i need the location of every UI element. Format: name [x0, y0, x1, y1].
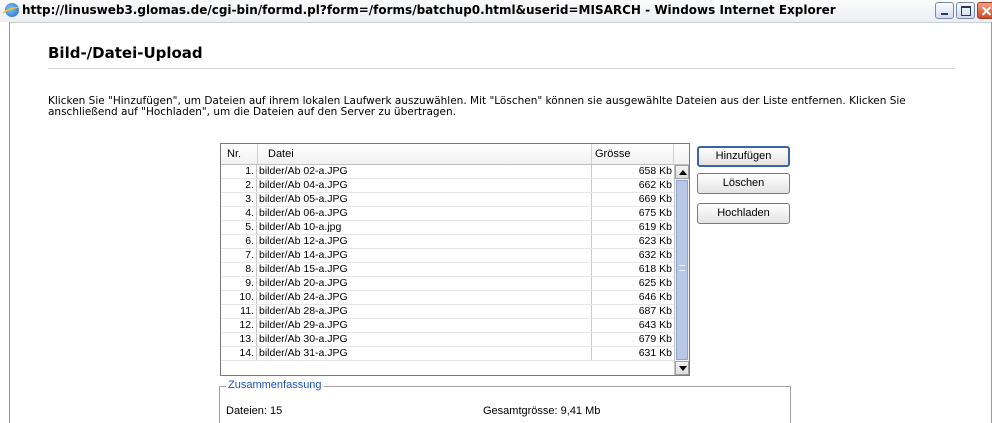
- maximize-button[interactable]: [956, 2, 975, 19]
- row-number: 11.: [221, 305, 257, 318]
- row-size: 619 Kb: [638, 221, 672, 233]
- minimize-button[interactable]: [935, 2, 954, 19]
- row-number: 3.: [221, 193, 257, 206]
- row-number: 12.: [221, 319, 257, 332]
- row-file: bilder/Ab 14-a.JPG: [258, 249, 592, 262]
- table-row[interactable]: 8. bilder/Ab 15-a.JPG 618 Kb: [221, 263, 674, 277]
- title-divider: [48, 68, 955, 69]
- row-size: 675 Kb: [638, 207, 672, 219]
- summary-legend: Zusammenfassung: [226, 379, 324, 391]
- row-file: bilder/Ab 12-a.JPG: [258, 235, 592, 248]
- row-size: 623 Kb: [638, 235, 672, 247]
- scrollbar-thumb[interactable]: [676, 180, 688, 360]
- row-file: bilder/Ab 06-a.JPG: [258, 207, 592, 220]
- table-row[interactable]: 9. bilder/Ab 20-a.JPG 625 Kb: [221, 277, 674, 291]
- row-file: bilder/Ab 29-a.JPG: [258, 319, 592, 332]
- table-row[interactable]: 13. bilder/Ab 30-a.JPG 679 Kb: [221, 333, 674, 347]
- row-number: 9.: [221, 277, 257, 290]
- table-row[interactable]: 10. bilder/Ab 24-a.JPG 646 Kb: [221, 291, 674, 305]
- row-size: 618 Kb: [638, 263, 672, 275]
- vertical-scrollbar[interactable]: [674, 165, 689, 375]
- table-row[interactable]: 3. bilder/Ab 05-a.JPG 669 Kb: [221, 193, 674, 207]
- table-row[interactable]: 7. bilder/Ab 14-a.JPG 632 Kb: [221, 249, 674, 263]
- row-number: 5.: [221, 221, 257, 234]
- row-number: 14.: [221, 347, 257, 360]
- row-file: bilder/Ab 30-a.JPG: [258, 333, 592, 346]
- row-size: 658 Kb: [638, 165, 672, 177]
- window-titlebar: http://linusweb3.glomas.de/cgi-bin/formd…: [0, 0, 992, 23]
- row-file: bilder/Ab 20-a.JPG: [258, 277, 592, 290]
- row-size: 632 Kb: [638, 249, 672, 261]
- row-size: 679 Kb: [638, 333, 672, 345]
- row-file: bilder/Ab 05-a.JPG: [258, 193, 592, 206]
- row-size: 646 Kb: [638, 291, 672, 303]
- delete-button[interactable]: Löschen: [697, 173, 790, 194]
- file-list-header: Nr. Datei Grösse: [221, 144, 689, 165]
- column-header-datei[interactable]: Datei: [258, 144, 592, 164]
- row-number: 4.: [221, 207, 257, 220]
- table-row[interactable]: 4. bilder/Ab 06-a.JPG 675 Kb: [221, 207, 674, 221]
- row-file: bilder/Ab 28-a.JPG: [258, 305, 592, 318]
- row-file: bilder/Ab 24-a.JPG: [258, 291, 592, 304]
- row-number: 13.: [221, 333, 257, 346]
- row-number: 1.: [221, 165, 257, 178]
- row-size: 625 Kb: [638, 277, 672, 289]
- row-file: bilder/Ab 10-a.jpg: [258, 221, 592, 234]
- row-file: bilder/Ab 04-a.JPG: [258, 179, 592, 192]
- table-row[interactable]: 2. bilder/Ab 04-a.JPG 662 Kb: [221, 179, 674, 193]
- window-frame-left: [0, 22, 10, 423]
- row-size: 687 Kb: [638, 305, 672, 317]
- column-header-nr[interactable]: Nr.: [221, 144, 258, 164]
- row-size: 662 Kb: [638, 179, 672, 191]
- summary-box: Zusammenfassung Dateien: 15 Gesamtgrösse…: [219, 379, 791, 423]
- row-size: 669 Kb: [638, 193, 672, 205]
- table-row[interactable]: 12. bilder/Ab 29-a.JPG 643 Kb: [221, 319, 674, 333]
- table-row[interactable]: 14. bilder/Ab 31-a.JPG 631 Kb: [221, 347, 674, 361]
- row-number: 10.: [221, 291, 257, 304]
- file-list[interactable]: Nr. Datei Grösse 1. bilder/Ab 02-a.JPG 658…: [220, 143, 690, 376]
- row-number: 8.: [221, 263, 257, 276]
- ie-icon: [5, 3, 19, 17]
- row-number: 6.: [221, 235, 257, 248]
- row-size: 631 Kb: [638, 347, 672, 359]
- page-title: Bild-/Datei-Upload: [48, 44, 203, 62]
- close-button[interactable]: [977, 2, 992, 19]
- table-row[interactable]: 1. bilder/Ab 02-a.JPG 658 Kb: [221, 165, 674, 179]
- upload-button[interactable]: Hochladen: [697, 203, 790, 224]
- summary-file-count: Dateien: 15: [226, 405, 283, 417]
- scroll-down-arrow-icon[interactable]: [675, 361, 689, 375]
- row-number: 2.: [221, 179, 257, 192]
- row-file: bilder/Ab 31-a.JPG: [258, 347, 592, 360]
- column-header-groesse[interactable]: Grösse: [592, 144, 674, 164]
- add-button[interactable]: Hinzufügen: [697, 146, 790, 167]
- table-row[interactable]: 11. bilder/Ab 28-a.JPG 687 Kb: [221, 305, 674, 319]
- row-file: bilder/Ab 02-a.JPG: [258, 165, 592, 178]
- row-file: bilder/Ab 15-a.JPG: [258, 263, 592, 276]
- table-row[interactable]: 5. bilder/Ab 10-a.jpg 619 Kb: [221, 221, 674, 235]
- instructions-text: Klicken Sie "Hinzufügen", um Dateien auf…: [48, 95, 906, 118]
- table-row[interactable]: 6. bilder/Ab 12-a.JPG 623 Kb: [221, 235, 674, 249]
- file-list-rows: 1. bilder/Ab 02-a.JPG 658 Kb 2. bilder/Ab 04…: [221, 165, 674, 375]
- scroll-up-arrow-icon[interactable]: [675, 165, 689, 179]
- window-title: http://linusweb3.glomas.de/cgi-bin/formd…: [22, 3, 836, 17]
- row-size: 643 Kb: [638, 319, 672, 331]
- row-number: 7.: [221, 249, 257, 262]
- summary-total-size: Gesamtgrösse: 9,41 Mb: [483, 405, 601, 417]
